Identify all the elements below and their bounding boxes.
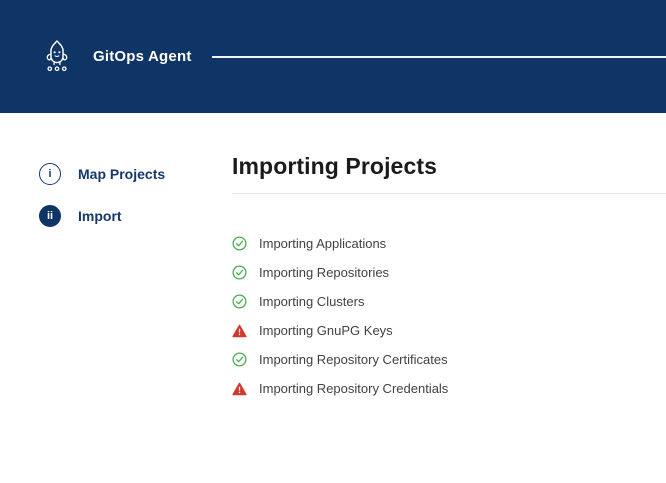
import-status-label: Importing GnuPG Keys bbox=[259, 323, 393, 338]
header-rule bbox=[212, 56, 666, 58]
sidebar-item-label: Map Projects bbox=[78, 166, 165, 182]
import-status-label: Importing Repository Credentials bbox=[259, 381, 448, 396]
import-status-row: Importing Repositories bbox=[232, 258, 666, 287]
import-status-label: Importing Repositories bbox=[259, 265, 389, 280]
import-status-row: Importing Repository Certificates bbox=[232, 345, 666, 374]
title-divider bbox=[232, 193, 666, 194]
step-2-circle-icon: ii bbox=[39, 205, 61, 227]
wizard-nav: i Map Projects ii Import bbox=[0, 113, 232, 247]
page-title: Importing Projects bbox=[232, 153, 666, 180]
check-circle-icon bbox=[232, 294, 247, 309]
import-status-list: Importing Applications Importing Reposit… bbox=[232, 229, 666, 403]
check-circle-icon bbox=[232, 236, 247, 251]
sidebar-item-map-projects[interactable]: i Map Projects bbox=[39, 163, 232, 185]
app-title: GitOps Agent bbox=[93, 48, 192, 65]
import-status-label: Importing Applications bbox=[259, 236, 386, 251]
page-content: i Map Projects ii Import Importing Proje… bbox=[0, 113, 666, 403]
check-circle-icon bbox=[232, 265, 247, 280]
import-status-row: Importing Clusters bbox=[232, 287, 666, 316]
sidebar-item-label: Import bbox=[78, 208, 122, 224]
import-status-row: Importing Repository Credentials bbox=[232, 374, 666, 403]
warning-triangle-icon bbox=[232, 323, 247, 338]
main-panel: Importing Projects Importing Application… bbox=[232, 113, 666, 403]
argo-octopus-logo-icon bbox=[38, 35, 76, 79]
import-status-label: Importing Clusters bbox=[259, 294, 364, 309]
import-status-label: Importing Repository Certificates bbox=[259, 352, 448, 367]
step-1-circle-icon: i bbox=[39, 163, 61, 185]
sidebar-item-import[interactable]: ii Import bbox=[39, 205, 232, 227]
warning-triangle-icon bbox=[232, 381, 247, 396]
import-status-row: Importing Applications bbox=[232, 229, 666, 258]
app-header: GitOps Agent bbox=[0, 0, 666, 113]
import-status-row: Importing GnuPG Keys bbox=[232, 316, 666, 345]
check-circle-icon bbox=[232, 352, 247, 367]
